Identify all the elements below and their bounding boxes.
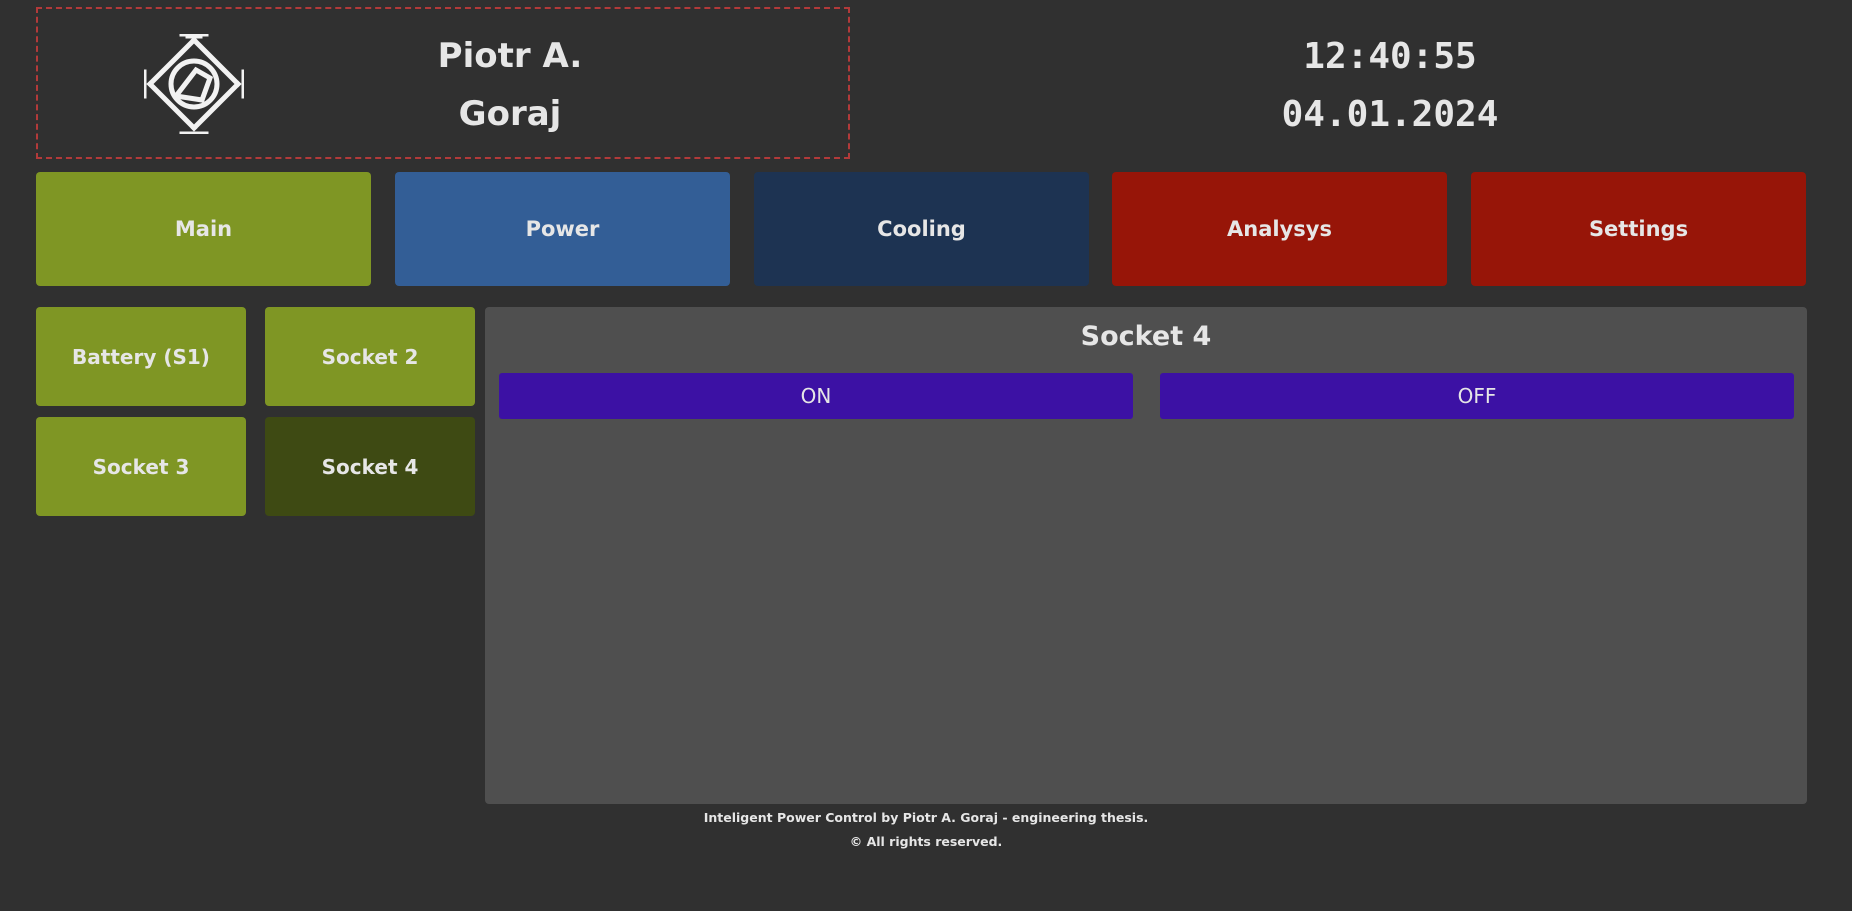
owner-name-last: Goraj — [458, 94, 562, 134]
nav-cooling-button[interactable]: Cooling — [754, 172, 1089, 286]
socket-4-button[interactable]: Socket 4 — [265, 417, 475, 516]
socket-3-button[interactable]: Socket 3 — [36, 417, 246, 516]
socket-off-button[interactable]: OFF — [1160, 373, 1794, 419]
footer-copyright: © All rights reserved. — [849, 834, 1003, 849]
nav-settings-button[interactable]: Settings — [1471, 172, 1806, 286]
footer-credit: Inteligent Power Control by Piotr A. Gor… — [703, 810, 1149, 825]
battery-s1-button[interactable]: Battery (S1) — [36, 307, 246, 406]
panel-title: Socket 4 — [1080, 321, 1212, 352]
clock-date: 04.01.2024 — [1281, 94, 1499, 135]
socket-control-panel: Socket 4 ON OFF — [485, 307, 1807, 804]
socket-on-button[interactable]: ON — [499, 373, 1133, 419]
owner-name-first: Piotr A. — [437, 36, 583, 76]
nav-main-button[interactable]: Main — [36, 172, 371, 286]
nav-power-button[interactable]: Power — [395, 172, 730, 286]
nav-analysys-button[interactable]: Analysys — [1112, 172, 1447, 286]
socket-2-button[interactable]: Socket 2 — [265, 307, 475, 406]
clock-time: 12:40:55 — [1303, 36, 1477, 77]
diamond-logo-icon — [144, 34, 244, 134]
